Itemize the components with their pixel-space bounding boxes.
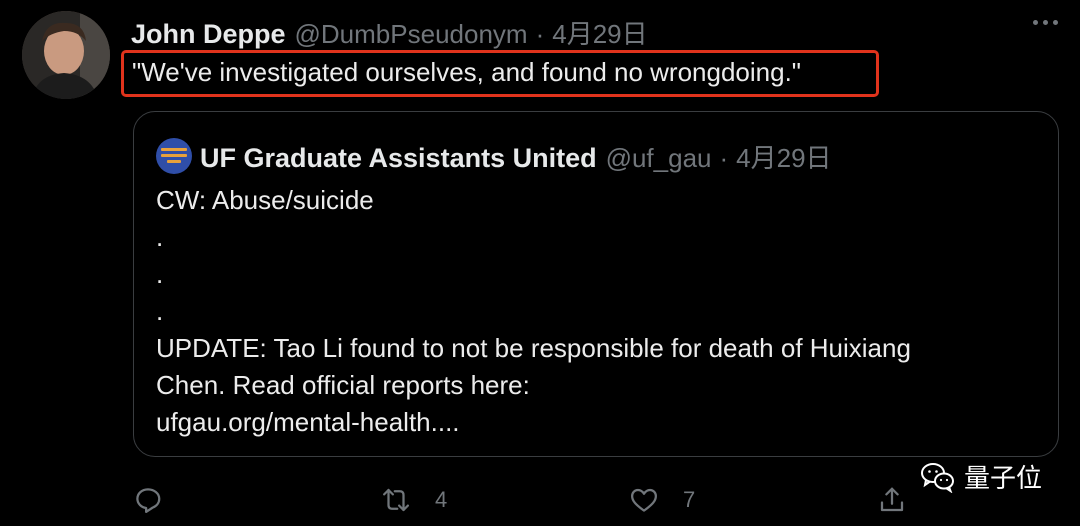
quoted-tweet-body: CW: Abuse/suicide . . . UPDATE: Tao Li f… <box>156 182 1036 441</box>
quoted-tweet-header: UF Graduate Assistants United @uf_gau · … <box>156 138 832 174</box>
separator-dot: · <box>535 19 545 49</box>
author-handle[interactable]: @DumbPseudonym <box>295 19 528 50</box>
tweet-header: John Deppe @DumbPseudonym · 4月29日 <box>131 14 648 50</box>
quoted-line: Chen. Read official reports here: <box>156 370 530 400</box>
retweet-button[interactable]: 4 <box>381 475 447 525</box>
separator-dot: · <box>719 143 729 173</box>
quoted-line: . <box>156 222 164 252</box>
quoted-author-handle[interactable]: @uf_gau <box>606 143 712 174</box>
tweet-actions: 4 7 <box>0 475 1080 525</box>
author-avatar[interactable] <box>22 11 110 99</box>
watermark-text: 量子位 <box>964 464 1043 494</box>
like-button[interactable]: 7 <box>629 475 695 525</box>
tweet-date[interactable]: 4月29日 <box>552 14 647 51</box>
retweet-count: 4 <box>435 487 448 512</box>
author-name[interactable]: John Deppe <box>131 19 286 50</box>
quoted-line: . <box>156 296 164 326</box>
quoted-tweet[interactable]: UF Graduate Assistants United @uf_gau · … <box>133 111 1059 457</box>
watermark: 量子位 <box>920 458 1042 495</box>
quoted-tweet-date[interactable]: 4月29日 <box>736 138 831 175</box>
reply-icon <box>136 488 161 513</box>
quoted-author-name[interactable]: UF Graduate Assistants United <box>200 143 597 174</box>
more-options-icon[interactable] <box>1033 20 1058 25</box>
share-button[interactable] <box>877 475 907 525</box>
reply-button[interactable] <box>133 475 163 525</box>
share-icon <box>880 487 904 512</box>
quoted-author-avatar[interactable] <box>156 138 192 174</box>
quoted-line: . <box>156 259 164 289</box>
heart-icon <box>631 488 657 512</box>
retweet-icon <box>383 488 409 512</box>
wechat-icon <box>921 462 954 493</box>
like-count: 7 <box>683 487 696 512</box>
quoted-link[interactable]: ufgau.org/mental-health.... <box>156 404 1036 441</box>
quoted-line: UPDATE: Tao Li found to not be responsib… <box>156 333 911 363</box>
quoted-line: CW: Abuse/suicide <box>156 185 374 215</box>
tweet-text: "We've investigated ourselves, and found… <box>132 57 802 87</box>
